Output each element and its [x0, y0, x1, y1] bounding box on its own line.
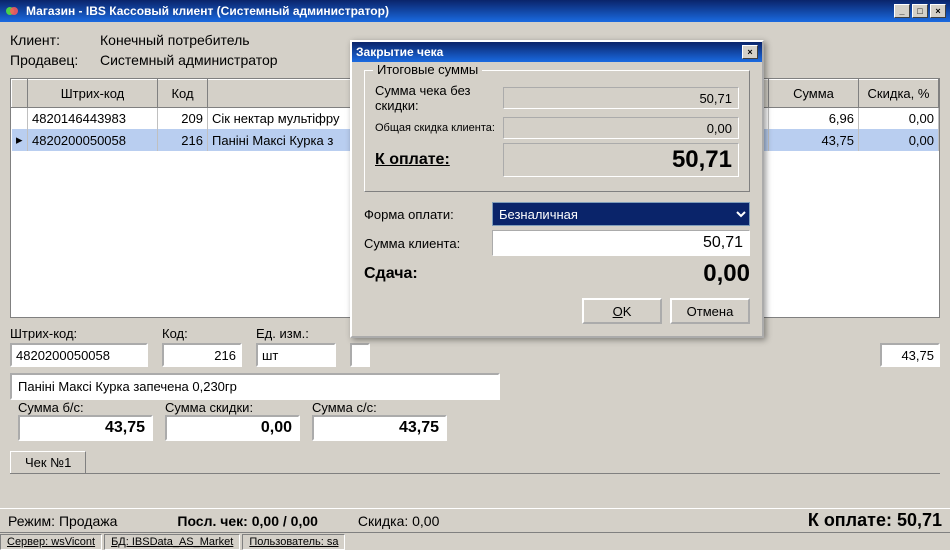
dialog-close-button[interactable]: × — [742, 45, 758, 59]
product-name: Паніні Максі Курка запечена 0,230гр — [10, 373, 500, 400]
sum-no-discount-value: 43,75 — [18, 415, 153, 441]
status-db: БД: IBSData_AS_Market — [104, 534, 240, 550]
client-sum-label: Сумма клиента: — [364, 236, 484, 251]
client-value: Конечный потребитель — [100, 32, 250, 48]
sum-with-discount-value: 43,75 — [312, 415, 447, 441]
sum-no-discount-value: 50,71 — [503, 87, 739, 109]
tab-check-1[interactable]: Чек №1 — [10, 451, 86, 473]
qty-input[interactable] — [350, 343, 370, 367]
status-server: Сервер: wsVicont — [0, 534, 102, 550]
statusbar-footer: Сервер: wsVicont БД: IBSData_AS_Market П… — [0, 532, 950, 550]
barcode-input[interactable] — [10, 343, 148, 367]
col-sum[interactable]: Сумма — [769, 80, 859, 108]
unit-label: Ед. изм.: — [256, 326, 336, 341]
unit-input[interactable] — [256, 343, 336, 367]
seller-label: Продавец: — [10, 52, 100, 68]
totals-groupbox: Сумма чека без скидки: 50,71 Общая скидк… — [364, 70, 750, 192]
total-discount-label: Общая скидка клиента: — [375, 122, 495, 134]
total-discount-value: 0,00 — [503, 117, 739, 139]
pay-form-select[interactable]: Безналичная — [492, 202, 750, 226]
window-title: Магазин - IBS Кассовый клиент (Системный… — [26, 4, 389, 18]
code-label: Код: — [162, 326, 242, 341]
close-button[interactable]: × — [930, 4, 946, 18]
cancel-button[interactable]: Отмена — [670, 298, 750, 324]
status-discount: Скидка: 0,00 — [358, 513, 439, 529]
status-user: Пользователь: sa — [242, 534, 345, 550]
sum-no-discount-label: Сумма б/с: — [18, 400, 153, 415]
col-code[interactable]: Код — [158, 80, 208, 108]
maximize-button[interactable]: □ — [912, 4, 928, 18]
seller-value: Системный администратор — [100, 52, 278, 68]
check-tabs: Чек №1 — [10, 451, 940, 474]
change-label: Сдача: — [364, 265, 484, 283]
status-mode: Режим: Продажа — [8, 513, 117, 529]
barcode-label: Штрих-код: — [10, 326, 148, 341]
col-barcode[interactable]: Штрих-код — [28, 80, 158, 108]
sum-discount-value: 0,00 — [165, 415, 300, 441]
close-check-dialog: Закрытие чека × Сумма чека без скидки: 5… — [350, 40, 764, 338]
sum-no-discount-label: Сумма чека без скидки: — [375, 83, 495, 113]
ok-button[interactable]: OK — [582, 298, 662, 324]
statusbar-main: Режим: Продажа Посл. чек: 0,00 / 0,00 Ск… — [0, 508, 950, 532]
to-pay-value: 50,71 — [503, 143, 739, 177]
row-caret-icon: ▸ — [12, 129, 28, 151]
client-label: Клиент: — [10, 32, 100, 48]
col-discount[interactable]: Скидка, % — [859, 80, 939, 108]
sum-discount-label: Сумма скидки: — [165, 400, 300, 415]
to-pay-label: К оплате: — [375, 151, 495, 169]
status-last-check: Посл. чек: 0,00 / 0,00 — [177, 513, 318, 529]
window-titlebar: Магазин - IBS Кассовый клиент (Системный… — [0, 0, 950, 22]
dialog-titlebar: Закрытие чека × — [352, 42, 762, 62]
minimize-button[interactable]: _ — [894, 4, 910, 18]
app-icon — [4, 3, 20, 19]
price-input[interactable] — [880, 343, 940, 367]
change-value: 0,00 — [492, 260, 750, 288]
code-input[interactable] — [162, 343, 242, 367]
pay-form-label: Форма оплати: — [364, 207, 484, 222]
status-total: К оплате: 50,71 — [808, 510, 942, 531]
sum-with-discount-label: Сумма с/с: — [312, 400, 447, 415]
dialog-title: Закрытие чека — [356, 45, 443, 59]
client-sum-input[interactable] — [492, 230, 750, 256]
